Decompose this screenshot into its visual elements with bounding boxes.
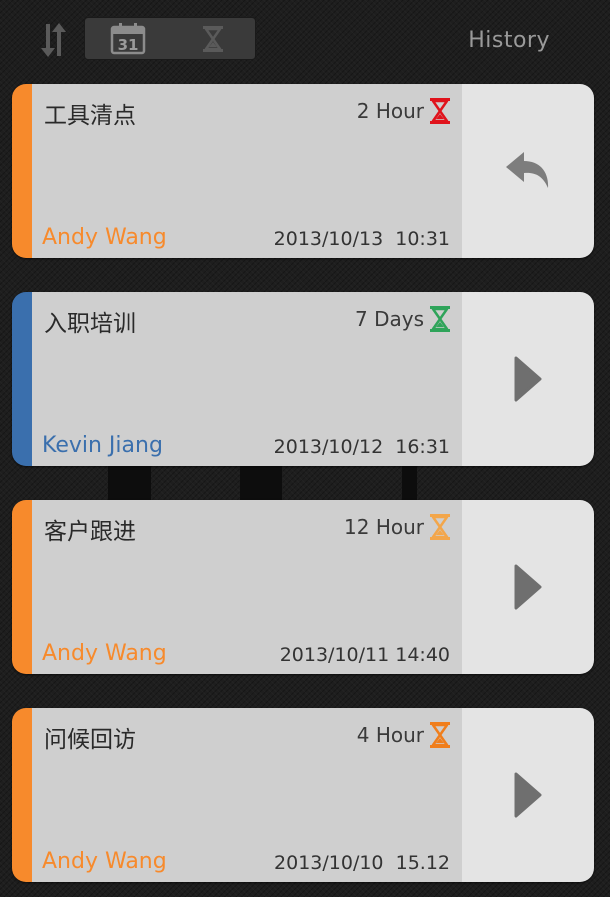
task-timestamp: 2013/10/11 14:40 xyxy=(279,644,450,666)
task-details[interactable]: 客户跟进 12 Hour Andy Wang 2013/10/11 14:40 xyxy=(32,500,462,674)
task-card[interactable]: 工具清点 2 Hour Andy Wang 2013/10/13 10:31 xyxy=(12,84,594,258)
play-arrow-icon xyxy=(514,356,542,402)
hourglass-orange-icon xyxy=(430,722,450,748)
task-timestamp: 2013/10/12 16:31 xyxy=(273,436,450,458)
assignee-name: Andy Wang xyxy=(42,641,167,666)
task-title: 客户跟进 xyxy=(44,519,136,545)
duration-label: 12 Hour xyxy=(344,515,424,539)
reply-button[interactable] xyxy=(462,84,594,258)
task-duration: 12 Hour xyxy=(344,514,450,540)
open-task-button[interactable] xyxy=(462,500,594,674)
assignee-name: Andy Wang xyxy=(42,849,167,874)
task-list: 工具清点 2 Hour Andy Wang 2013/10/13 10:31 入… xyxy=(0,0,610,897)
hourglass-red-icon xyxy=(430,98,450,124)
task-title: 工具清点 xyxy=(44,103,136,129)
assignee-name: Andy Wang xyxy=(42,225,167,250)
play-arrow-icon xyxy=(514,564,542,610)
task-duration: 2 Hour xyxy=(357,98,450,124)
duration-label: 2 Hour xyxy=(356,99,424,123)
task-duration: 7 Days xyxy=(355,306,450,332)
hourglass-light-orange-icon xyxy=(430,514,450,540)
task-title: 入职培训 xyxy=(44,311,136,337)
open-task-button[interactable] xyxy=(462,708,594,882)
task-timestamp: 2013/10/10 15.12 xyxy=(274,852,450,874)
task-timestamp: 2013/10/13 10:31 xyxy=(273,228,450,250)
duration-label: 7 Days xyxy=(355,307,424,331)
priority-stripe xyxy=(12,500,32,674)
priority-stripe xyxy=(12,708,32,882)
task-card[interactable]: 客户跟进 12 Hour Andy Wang 2013/10/11 14:40 xyxy=(12,500,594,674)
priority-stripe xyxy=(12,292,32,466)
priority-stripe xyxy=(12,84,32,258)
open-task-button[interactable] xyxy=(462,292,594,466)
play-arrow-icon xyxy=(514,772,542,818)
task-details[interactable]: 工具清点 2 Hour Andy Wang 2013/10/13 10:31 xyxy=(32,84,462,258)
task-details[interactable]: 入职培训 7 Days Kevin Jiang 2013/10/12 16:31 xyxy=(32,292,462,466)
task-duration: 4 Hour xyxy=(357,722,450,748)
task-details[interactable]: 问候回访 4 Hour Andy Wang 2013/10/10 15.12 xyxy=(32,708,462,882)
list-separator xyxy=(108,466,418,500)
task-card[interactable]: 入职培训 7 Days Kevin Jiang 2013/10/12 16:31 xyxy=(12,292,594,466)
duration-label: 4 Hour xyxy=(356,723,424,747)
assignee-name: Kevin Jiang xyxy=(42,433,163,458)
reply-icon xyxy=(506,152,549,188)
hourglass-green-icon xyxy=(430,306,450,332)
task-title: 问候回访 xyxy=(44,727,136,753)
task-card[interactable]: 问候回访 4 Hour Andy Wang 2013/10/10 15.12 xyxy=(12,708,594,882)
